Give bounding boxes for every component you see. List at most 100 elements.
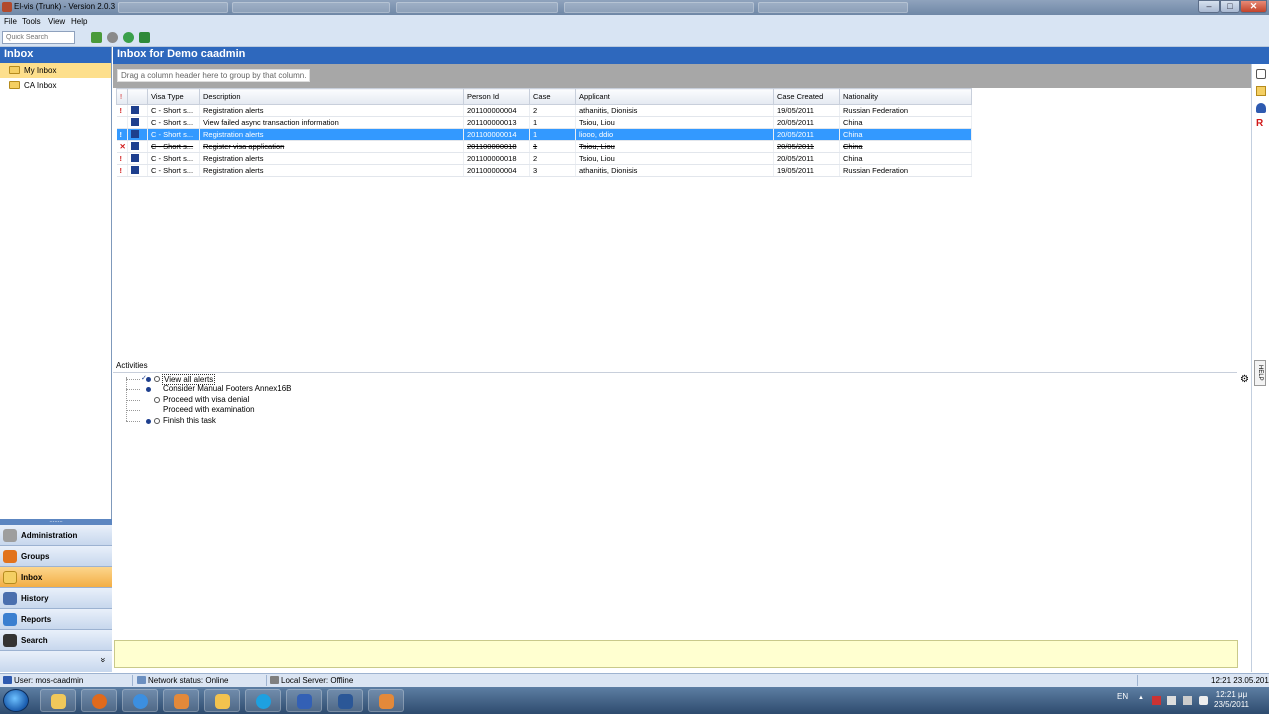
column-header-nationality[interactable]: Nationality bbox=[839, 88, 972, 105]
open-folder-icon[interactable] bbox=[1256, 86, 1266, 96]
table-row-selected[interactable]: ! C - Short s... Registration alerts 201… bbox=[116, 128, 972, 141]
table-row[interactable]: ! C - Short s... Registration alerts 201… bbox=[116, 152, 972, 165]
volume-icon[interactable] bbox=[1199, 696, 1208, 705]
taskbar-elvis[interactable] bbox=[368, 689, 404, 712]
network-signal-icon[interactable] bbox=[1183, 696, 1192, 705]
user-icon[interactable] bbox=[1256, 103, 1266, 113]
activity-finish-task[interactable]: Finish this task bbox=[163, 416, 216, 425]
activity-proceed-examination[interactable]: Proceed with examination bbox=[163, 405, 255, 414]
taskbar-mail[interactable] bbox=[204, 689, 240, 712]
tree-item-label: CA Inbox bbox=[24, 81, 57, 90]
column-header-type[interactable] bbox=[127, 88, 148, 105]
close-button[interactable]: ✕ bbox=[1240, 0, 1267, 13]
column-header-case-created[interactable]: Case Created bbox=[773, 88, 840, 105]
taskbar-explorer[interactable] bbox=[40, 689, 76, 712]
group-by-area[interactable]: Drag a column header here to group by th… bbox=[113, 64, 1251, 88]
tray-flag-icon[interactable] bbox=[1152, 696, 1161, 705]
start-button[interactable] bbox=[3, 689, 29, 712]
cell-case-created: 20/05/2011 bbox=[773, 152, 840, 165]
column-header-person-id[interactable]: Person Id bbox=[463, 88, 530, 105]
elvis-app-icon bbox=[379, 694, 394, 709]
alert-flag bbox=[116, 116, 128, 129]
tree-item-label: My Inbox bbox=[24, 66, 57, 75]
cell-description: Registration alerts bbox=[199, 128, 464, 141]
taskbar-remote[interactable] bbox=[286, 689, 322, 712]
refresh-icon[interactable] bbox=[123, 32, 134, 43]
column-header-description[interactable]: Description bbox=[199, 88, 464, 105]
nav-history[interactable]: History bbox=[0, 588, 112, 609]
taskbar-clock[interactable]: 12:21 μμ 23/5/2011 bbox=[1214, 690, 1249, 710]
table-row[interactable]: ! C - Short s... Registration alerts 201… bbox=[116, 164, 972, 177]
task-square-icon bbox=[131, 105, 139, 114]
language-indicator[interactable]: EN bbox=[1117, 692, 1128, 701]
column-header-alert[interactable]: ! bbox=[116, 88, 128, 105]
column-header-visa-type[interactable]: Visa Type bbox=[147, 88, 200, 105]
cell-person-id: 201100000004 bbox=[463, 164, 530, 177]
clock-icon bbox=[154, 418, 160, 424]
menu-help[interactable]: Help bbox=[71, 17, 87, 26]
tree-item-my-inbox[interactable]: My Inbox bbox=[0, 63, 111, 78]
menu-file[interactable]: File bbox=[4, 17, 17, 26]
cell-case: 1 bbox=[529, 116, 576, 129]
cell-applicant: Tsiou, Liou bbox=[575, 140, 774, 153]
cell-case: 2 bbox=[529, 104, 576, 117]
maximize-button[interactable]: □ bbox=[1220, 0, 1240, 13]
settings-icon[interactable] bbox=[107, 32, 118, 43]
taskbar-firefox[interactable] bbox=[81, 689, 117, 712]
notes-area[interactable] bbox=[114, 640, 1238, 668]
nav-search[interactable]: Search bbox=[0, 630, 112, 651]
reports-icon bbox=[3, 613, 17, 626]
cell-visa-type: C - Short s... bbox=[147, 128, 200, 141]
activity-proceed-visa-denial[interactable]: Proceed with visa denial bbox=[163, 395, 249, 404]
quick-search-input[interactable] bbox=[2, 31, 75, 44]
cell-nationality: Russian Federation bbox=[839, 164, 972, 177]
new-item-icon[interactable] bbox=[91, 32, 102, 43]
status-divider bbox=[132, 675, 133, 686]
minimize-button[interactable]: – bbox=[1198, 0, 1220, 13]
tree-item-ca-inbox[interactable]: CA Inbox bbox=[0, 78, 111, 93]
activity-consider-manual-footers[interactable]: Consider Manual Footers Annex16B bbox=[163, 384, 292, 393]
taskbar-ie[interactable] bbox=[122, 689, 158, 712]
binoculars-icon bbox=[3, 634, 17, 647]
column-header-applicant[interactable]: Applicant bbox=[575, 88, 774, 105]
tray-device-icon[interactable] bbox=[1167, 696, 1176, 705]
media-player-icon bbox=[174, 694, 189, 709]
cancelled-icon: ✕ bbox=[116, 140, 128, 153]
cell-case: 2 bbox=[529, 152, 576, 165]
cell-person-id: 201100000018 bbox=[463, 140, 530, 153]
cell-visa-type: C - Short s... bbox=[147, 116, 200, 129]
nav-inbox[interactable]: Inbox bbox=[0, 567, 112, 588]
document-icon[interactable] bbox=[1256, 69, 1266, 79]
nav-more-button[interactable]: » bbox=[0, 651, 112, 672]
status-dot-icon bbox=[146, 419, 151, 424]
taskbar-word[interactable] bbox=[327, 689, 363, 712]
r-letter-icon[interactable]: R bbox=[1256, 119, 1266, 129]
cell-description: Registration alerts bbox=[199, 104, 464, 117]
alert-flag: ! bbox=[116, 164, 128, 177]
taskbar-media[interactable] bbox=[163, 689, 199, 712]
help-tab[interactable]: HELP bbox=[1254, 360, 1266, 386]
tray-expand-icon[interactable]: ▲ bbox=[1138, 695, 1144, 701]
cell-description: Registration alerts bbox=[199, 164, 464, 177]
inbox-icon bbox=[3, 571, 17, 584]
cell-description: Register visa application bbox=[199, 140, 464, 153]
nav-groups[interactable]: Groups bbox=[0, 546, 112, 567]
activities-settings-icon[interactable]: ⚙ bbox=[1240, 374, 1249, 385]
taskbar-skype[interactable] bbox=[245, 689, 281, 712]
table-row-cancelled[interactable]: ✕ C - Short s... Register visa applicati… bbox=[116, 140, 972, 153]
status-user: User: mos-caadmin bbox=[3, 676, 83, 685]
nav-administration[interactable]: Administration bbox=[0, 525, 112, 546]
status-network-text: Network status: Online bbox=[148, 676, 229, 685]
cell-person-id: 201100000014 bbox=[463, 128, 530, 141]
table-row[interactable]: ! C - Short s... Registration alerts 201… bbox=[116, 104, 972, 117]
table-row[interactable]: C - Short s... View failed async transac… bbox=[116, 116, 972, 129]
alert-flag: ! bbox=[116, 152, 128, 165]
status-divider bbox=[266, 675, 267, 686]
nav-label: Search bbox=[21, 636, 48, 645]
column-header-case[interactable]: Case bbox=[529, 88, 576, 105]
export-icon[interactable] bbox=[139, 32, 150, 43]
menu-view[interactable]: View bbox=[48, 17, 65, 26]
menu-tools[interactable]: Tools bbox=[22, 17, 41, 26]
nav-reports[interactable]: Reports bbox=[0, 609, 112, 630]
word-icon bbox=[338, 694, 353, 709]
